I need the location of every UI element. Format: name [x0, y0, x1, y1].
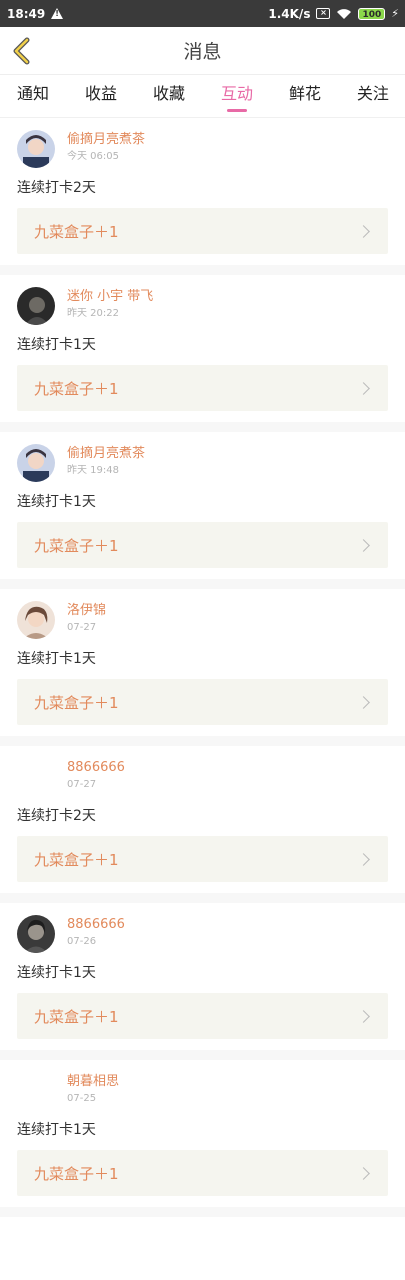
- list-item: 朝暮相思 07-25 连续打卡1天 九菜盒子＋1: [0, 1060, 405, 1217]
- avatar[interactable]: [17, 130, 55, 168]
- reward-text: 九菜盒子＋1: [34, 536, 119, 555]
- timestamp: 今天 06:05: [67, 151, 119, 162]
- network-speed: 1.4K/s: [268, 6, 311, 21]
- avatar[interactable]: [17, 758, 55, 796]
- tab-interaction[interactable]: 互动: [221, 75, 253, 118]
- username[interactable]: 偷摘月亮煮茶: [67, 131, 145, 149]
- chevron-right-icon: [357, 695, 370, 709]
- reward-text: 九菜盒子＋1: [34, 379, 119, 398]
- reward-link[interactable]: 九菜盒子＋1: [17, 208, 388, 254]
- username[interactable]: 洛伊锦: [67, 602, 106, 620]
- message-text: 连续打卡1天: [17, 651, 96, 667]
- reward-text: 九菜盒子＋1: [34, 693, 119, 712]
- chevron-right-icon: [357, 1009, 370, 1023]
- tab-flowers[interactable]: 鲜花: [289, 75, 321, 118]
- chevron-right-icon: [357, 1166, 370, 1180]
- wifi-icon: [337, 8, 352, 19]
- list-item: 偷摘月亮煮茶 今天 06:05 连续打卡2天 九菜盒子＋1: [0, 118, 405, 275]
- list-item: 8866666 07-26 连续打卡1天 九菜盒子＋1: [0, 903, 405, 1060]
- status-time: 18:49: [7, 6, 46, 21]
- chevron-right-icon: [357, 538, 370, 552]
- list-item: 偷摘月亮煮茶 昨天 19:48 连续打卡1天 九菜盒子＋1: [0, 432, 405, 589]
- timestamp: 07-25: [67, 1093, 97, 1104]
- avatar[interactable]: [17, 1072, 55, 1110]
- reward-text: 九菜盒子＋1: [34, 222, 119, 241]
- tab-favorites[interactable]: 收藏: [153, 75, 185, 118]
- message-text: 连续打卡1天: [17, 1122, 96, 1138]
- status-bar: 18:49 1.4K/s × 100 ⚡: [0, 0, 405, 27]
- message-text: 连续打卡1天: [17, 494, 96, 510]
- avatar[interactable]: [17, 915, 55, 953]
- tab-notice[interactable]: 通知: [17, 75, 49, 118]
- tab-bar: 通知 收益 收藏 互动 鲜花 关注: [0, 75, 405, 118]
- battery-icon: 100: [358, 7, 386, 20]
- list-item: 洛伊锦 07-27 连续打卡1天 九菜盒子＋1: [0, 589, 405, 746]
- message-feed: 偷摘月亮煮茶 今天 06:05 连续打卡2天 九菜盒子＋1 迷你 小宇 带飞 昨…: [0, 118, 405, 1217]
- app-header: 消息: [0, 27, 405, 75]
- no-sim-icon: ×: [316, 8, 331, 19]
- page-title: 消息: [183, 41, 222, 63]
- timestamp: 昨天 19:48: [67, 465, 119, 476]
- chevron-right-icon: [357, 224, 370, 238]
- timestamp: 07-26: [67, 936, 97, 947]
- list-item: 迷你 小宇 带飞 昨天 20:22 连续打卡1天 九菜盒子＋1: [0, 275, 405, 432]
- message-text: 连续打卡1天: [17, 337, 96, 353]
- avatar[interactable]: [17, 601, 55, 639]
- avatar[interactable]: [17, 287, 55, 325]
- tab-following[interactable]: 关注: [357, 75, 389, 118]
- timestamp: 07-27: [67, 779, 97, 790]
- reward-link[interactable]: 九菜盒子＋1: [17, 1150, 388, 1196]
- username[interactable]: 迷你 小宇 带飞: [67, 288, 153, 306]
- username[interactable]: 朝暮相思: [67, 1073, 119, 1091]
- reward-link[interactable]: 九菜盒子＋1: [17, 679, 388, 725]
- timestamp: 昨天 20:22: [67, 308, 119, 319]
- reward-link[interactable]: 九菜盒子＋1: [17, 836, 388, 882]
- reward-text: 九菜盒子＋1: [34, 1164, 119, 1183]
- username[interactable]: 8866666: [67, 916, 125, 934]
- list-item: 8866666 07-27 连续打卡2天 九菜盒子＋1: [0, 746, 405, 903]
- message-text: 连续打卡2天: [17, 180, 96, 196]
- timestamp: 07-27: [67, 622, 97, 633]
- avatar[interactable]: [17, 444, 55, 482]
- charging-icon: ⚡: [391, 7, 399, 20]
- reward-text: 九菜盒子＋1: [34, 1007, 119, 1026]
- warning-icon: [51, 8, 64, 19]
- reward-link[interactable]: 九菜盒子＋1: [17, 993, 388, 1039]
- chevron-right-icon: [357, 852, 370, 866]
- message-text: 连续打卡1天: [17, 965, 96, 981]
- reward-link[interactable]: 九菜盒子＋1: [17, 365, 388, 411]
- back-arrow-icon[interactable]: [10, 37, 34, 65]
- reward-link[interactable]: 九菜盒子＋1: [17, 522, 388, 568]
- tab-earnings[interactable]: 收益: [85, 75, 117, 118]
- chevron-right-icon: [357, 381, 370, 395]
- username[interactable]: 偷摘月亮煮茶: [67, 445, 145, 463]
- username[interactable]: 8866666: [67, 759, 125, 777]
- message-text: 连续打卡2天: [17, 808, 96, 824]
- reward-text: 九菜盒子＋1: [34, 850, 119, 869]
